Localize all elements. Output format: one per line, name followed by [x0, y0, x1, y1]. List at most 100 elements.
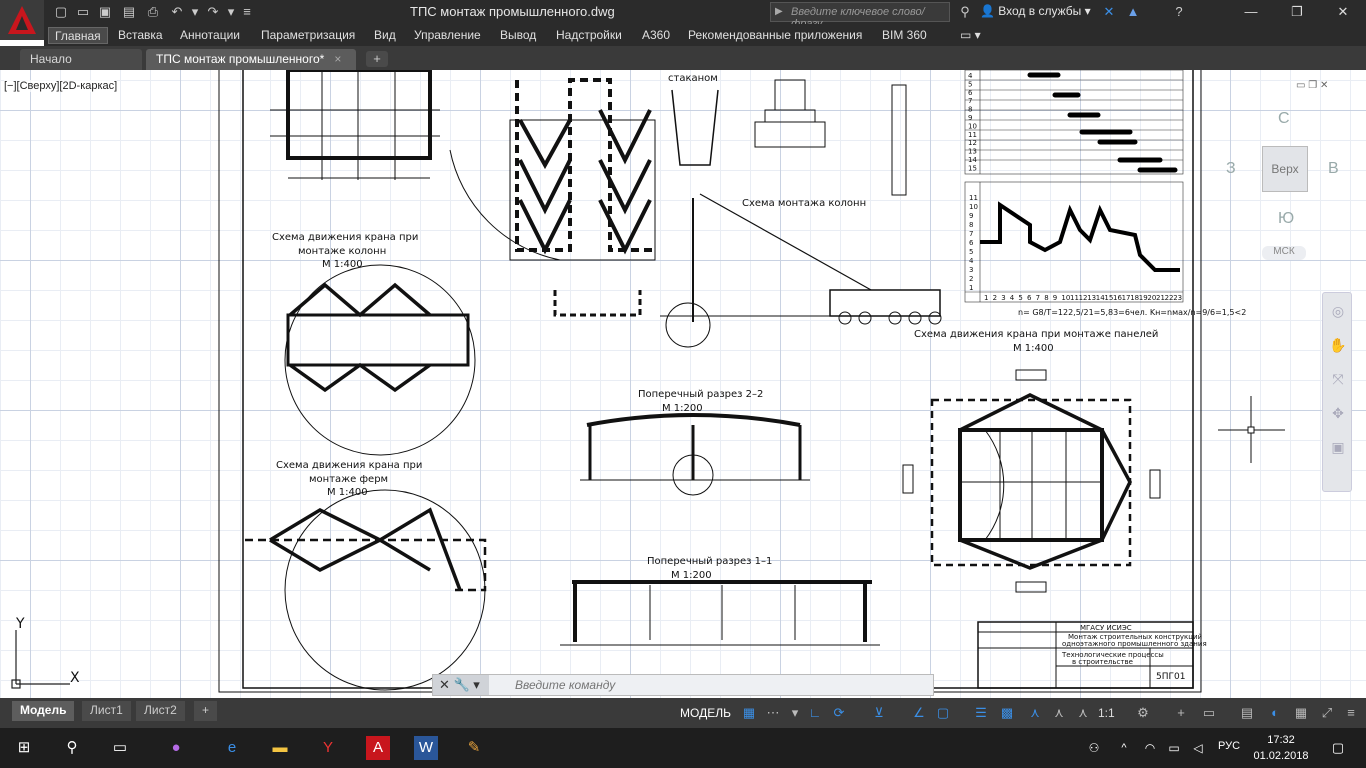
tab-insert[interactable]: Вставка — [112, 27, 169, 44]
open-folder-icon[interactable]: ▭ — [74, 3, 92, 21]
workforce-x-tick: 6 — [1027, 294, 1032, 302]
crane-column-section — [660, 193, 942, 348]
snap-dropdown-icon[interactable]: ▾ — [786, 704, 804, 722]
command-input[interactable] — [493, 676, 923, 694]
model-space-button[interactable]: МОДЕЛЬ — [676, 704, 735, 724]
autodesk-account-icon[interactable]: ▲ — [1124, 3, 1142, 21]
sheet-inner-border — [242, 70, 1194, 689]
tab-start[interactable]: Начало — [20, 49, 142, 70]
undo-icon[interactable]: ↶ — [168, 3, 186, 21]
exchange-apps-icon[interactable]: ✕ — [1100, 3, 1118, 21]
add-layout-button[interactable]: + — [194, 701, 218, 721]
orbit-icon[interactable]: ✥ — [1328, 405, 1348, 425]
units-icon[interactable]: ▭ — [1200, 704, 1218, 722]
qat-customize-icon[interactable]: ≡ — [238, 3, 256, 21]
yandex-browser-icon[interactable]: Y — [316, 736, 340, 760]
edge-browser-icon[interactable]: e — [220, 736, 244, 760]
volume-icon[interactable]: ◁ — [1186, 736, 1210, 760]
viewcube-west[interactable]: З — [1226, 160, 1236, 178]
tab-addins[interactable]: Надстройки — [550, 27, 628, 44]
wcs-menu[interactable]: МСК — [1262, 246, 1306, 260]
wifi-icon[interactable]: ◠ — [1138, 736, 1162, 760]
tab-a360[interactable]: A360 — [636, 27, 676, 44]
tab-sheet1[interactable]: Лист1 — [82, 701, 131, 721]
tab-home[interactable]: Главная — [48, 27, 108, 44]
tab-view[interactable]: Вид — [368, 27, 402, 44]
tab-bim360[interactable]: BIM 360 — [876, 27, 933, 44]
drawing-canvas[interactable]: [−][Сверху][2D-каркас] стаканом n= G8/T=… — [0, 70, 1366, 698]
annotation-monitor-icon[interactable]: + — [1172, 704, 1190, 722]
close-tab-icon[interactable]: × — [334, 52, 341, 66]
customization-icon[interactable]: ≡ — [1342, 704, 1360, 722]
print-icon[interactable]: ⎙ — [144, 3, 162, 21]
tab-manage[interactable]: Управление — [408, 27, 487, 44]
isolate-objects-icon[interactable]: ◐ — [1266, 704, 1284, 722]
showmotion-icon[interactable]: ▣ — [1328, 439, 1348, 459]
scale-dropdown[interactable]: 1:1 — [1098, 706, 1115, 720]
grid-icon[interactable]: ▦ — [740, 704, 758, 722]
viewcube[interactable]: С З В Ю Верх МСК — [1222, 110, 1342, 270]
signin-button[interactable]: 👤 Вход в службы ▾ — [980, 4, 1091, 18]
save-as-icon[interactable]: ▤ — [120, 3, 138, 21]
new-tab-button[interactable]: + — [366, 51, 388, 67]
redo-icon[interactable]: ↷ — [204, 3, 222, 21]
viewcube-north[interactable]: С — [1278, 110, 1290, 128]
command-line-tools[interactable]: ✕ 🔧 ▾ — [433, 675, 489, 695]
auto-scale-icon[interactable]: ⋏ — [1050, 704, 1068, 722]
notifications-icon[interactable]: ▢ — [1326, 736, 1350, 760]
isodraft-icon[interactable]: ⊻ — [870, 704, 888, 722]
tab-model[interactable]: Модель — [12, 701, 75, 721]
viewcube-top-face[interactable]: Верх — [1262, 146, 1308, 192]
file-explorer-icon[interactable]: ▬ — [268, 736, 292, 760]
new-file-icon[interactable]: ▢ — [52, 3, 70, 21]
word-taskbar-icon[interactable]: W — [414, 736, 438, 760]
tab-output[interactable]: Вывод — [494, 27, 542, 44]
annotation-scale-icon[interactable]: ⋏ — [1074, 704, 1092, 722]
viewcube-south[interactable]: Ю — [1278, 210, 1294, 228]
ribbon-toggle-icon[interactable]: ▭ ▾ — [954, 27, 987, 44]
tab-annotate[interactable]: Аннотации — [174, 27, 246, 44]
paint-taskbar-icon[interactable]: ✎ — [462, 736, 486, 760]
annotation-visibility-icon[interactable]: ⋏ — [1026, 704, 1044, 722]
binoculars-icon[interactable]: ⚲ — [956, 3, 974, 21]
polar-icon[interactable]: ⟳ — [830, 704, 848, 722]
transparency-icon[interactable]: ▩ — [998, 704, 1016, 722]
quick-properties-icon[interactable]: ▤ — [1238, 704, 1256, 722]
application-menu-button[interactable] — [0, 0, 44, 40]
show-hidden-icons[interactable]: ^ — [1112, 736, 1136, 760]
search-expand-icon[interactable]: ▶ — [775, 6, 783, 17]
hardware-acceleration-icon[interactable]: ▦ — [1292, 704, 1310, 722]
viewcube-east[interactable]: В — [1328, 160, 1339, 178]
cortana-mic-icon[interactable]: ● — [164, 736, 188, 760]
minimize-button[interactable]: — — [1228, 0, 1274, 24]
people-icon[interactable]: ⚇ — [1082, 736, 1106, 760]
object-snap-icon[interactable]: ▢ — [934, 704, 952, 722]
task-view-icon[interactable]: ▭ — [108, 736, 132, 760]
help-icon[interactable]: ? — [1170, 3, 1188, 21]
tab-featured-apps[interactable]: Рекомендованные приложения — [682, 27, 868, 44]
snap-icon[interactable]: ⋯ — [764, 704, 782, 722]
zoom-icon[interactable]: ⤧ — [1328, 371, 1348, 391]
viewport-window-buttons[interactable]: ▭ ❐ ✕ — [1296, 80, 1328, 91]
save-icon[interactable]: ▣ — [96, 3, 114, 21]
autocad-taskbar-icon[interactable]: A — [366, 736, 390, 760]
pan-icon[interactable]: ✋ — [1328, 337, 1348, 357]
windows-start-icon[interactable]: ⊞ — [12, 736, 36, 760]
clean-screen-icon[interactable]: ⤢ — [1318, 704, 1336, 722]
object-snap-tracking-icon[interactable]: ∠ — [910, 704, 928, 722]
tab-parametric[interactable]: Параметризация — [255, 27, 361, 44]
lineweight-icon[interactable]: ☰ — [972, 704, 990, 722]
maximize-button[interactable]: ❐ — [1274, 0, 1320, 24]
clock[interactable]: 17:32 01.02.2018 — [1252, 732, 1310, 764]
tab-current-drawing[interactable]: ТПС монтаж промышленного* × — [146, 49, 356, 70]
input-language[interactable]: РУС — [1218, 740, 1240, 752]
search-input[interactable]: ▶Введите ключевое слово/фразу — [770, 2, 950, 30]
close-button[interactable]: ✕ — [1320, 0, 1366, 24]
steering-wheel-icon[interactable]: ◎ — [1328, 303, 1348, 323]
undo-dropdown-icon[interactable]: ▾ — [186, 3, 204, 21]
ortho-icon[interactable]: ∟ — [806, 704, 824, 722]
tab-sheet2[interactable]: Лист2 — [136, 701, 185, 721]
workspace-gear-icon[interactable]: ⚙ — [1134, 704, 1152, 722]
search-icon[interactable]: ⚲ — [60, 736, 84, 760]
battery-icon[interactable]: ▭ — [1162, 736, 1186, 760]
